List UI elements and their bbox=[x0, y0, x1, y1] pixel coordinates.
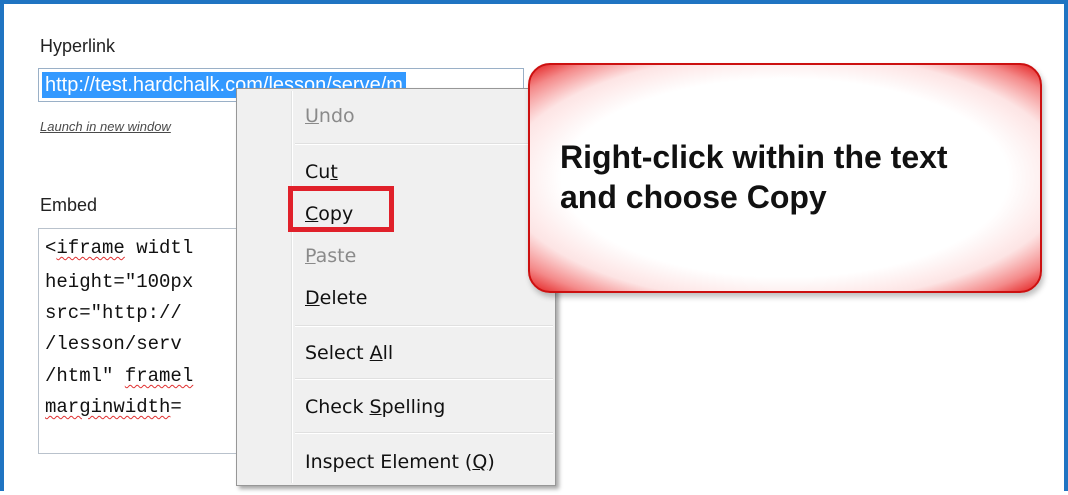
menu-item-delete[interactable]: Delete bbox=[305, 287, 367, 309]
embed-line: /lesson/serv bbox=[45, 333, 182, 355]
menu-item-paste: Paste bbox=[305, 245, 357, 267]
menu-item-inspect-element[interactable]: Inspect Element (Q) bbox=[305, 451, 495, 473]
menu-separator bbox=[295, 325, 553, 327]
spelling-error: framel bbox=[124, 365, 194, 387]
menu-separator bbox=[295, 432, 553, 434]
menu-separator bbox=[295, 378, 553, 380]
embed-line: <iframe widtl bbox=[45, 237, 194, 259]
menu-separator bbox=[295, 143, 553, 145]
embed-line: height="100px bbox=[45, 271, 194, 293]
embed-line: marginwidth= bbox=[45, 396, 182, 418]
embed-line: /html" framel bbox=[45, 365, 194, 387]
copy-highlight-box bbox=[288, 186, 394, 232]
context-menu: Undo Cut Copy Paste Delete Select All Ch… bbox=[236, 88, 556, 486]
menu-item-cut[interactable]: Cut bbox=[305, 161, 338, 183]
spelling-error: marginwidth bbox=[45, 396, 171, 418]
embed-line: src="http:// bbox=[45, 302, 182, 324]
instruction-callout: Right-click within the text and choose C… bbox=[528, 63, 1042, 293]
callout-line-1: Right-click within the text bbox=[560, 139, 948, 175]
callout-line-2: and choose Copy bbox=[560, 179, 827, 215]
menu-item-check-spelling[interactable]: Check Spelling bbox=[305, 396, 445, 418]
hyperlink-label: Hyperlink bbox=[40, 36, 116, 56]
menu-item-undo: Undo bbox=[305, 105, 355, 127]
spelling-error: iframe bbox=[56, 237, 125, 259]
callout-text: Right-click within the text and choose C… bbox=[560, 137, 1030, 217]
menu-gutter bbox=[291, 91, 293, 483]
launch-in-new-window-link[interactable]: Launch in new window bbox=[40, 119, 171, 134]
embed-label: Embed bbox=[40, 195, 98, 215]
menu-item-select-all[interactable]: Select All bbox=[305, 342, 393, 364]
